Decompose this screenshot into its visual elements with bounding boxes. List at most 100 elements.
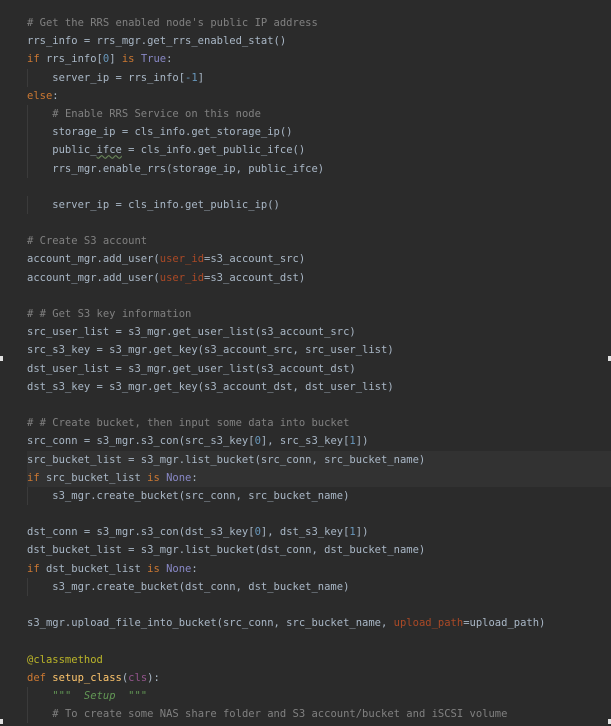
indent-guide [27,159,28,178]
code-token: # Get the RRS enabled node's public IP a… [27,17,318,29]
code-token: True [140,53,167,66]
code-line[interactable]: # Enable RRS Service on this node [27,104,611,124]
code-line[interactable]: def setup_class(cls): [27,669,611,687]
indent-guide [27,486,28,506]
code-line[interactable]: # Create S3 account [27,232,611,250]
code-area[interactable]: # Get the RRS enabled node's public IP a… [27,14,611,724]
indent-guide [27,195,28,215]
code-token: @classmethod [27,653,103,666]
code-token: s3_mgr.create_bucket(src_conn, src_bucke… [27,489,350,502]
indent-guide [27,123,28,142]
code-line[interactable]: @classmethod [27,651,611,669]
code-token: else [27,89,53,102]
code-token: """ Setup """ [52,689,148,702]
code-token: dst_bucket_list = s3_mgr.list_bucket(dst… [27,544,426,557]
code-token: s3_mgr.create_bucket(dst_conn, dst_bucke… [27,580,350,593]
code-token: is [147,562,167,575]
code-token: user_id [159,271,205,284]
code-token: : [166,53,173,66]
code-token: rrs_info[ [45,53,103,66]
code-line[interactable]: if rrs_info[0] is True: [27,50,611,68]
code-token: # To create some NAS share folder and S3… [52,708,508,721]
code-token: # Create S3 account [27,235,148,248]
code-line[interactable]: account_mgr.add_user(user_id=s3_account_… [27,269,611,287]
code-token: # Enable RRS Service on this node [52,107,261,120]
code-token: server_ip = cls_info.get_public_ip() [27,198,280,211]
indent-guide [27,686,28,706]
code-line[interactable]: # # Get S3 key information [27,305,611,323]
editor-gutter [0,0,8,726]
code-token: ] [109,53,122,66]
code-line[interactable]: src_s3_key = s3_mgr.get_key(s3_account_s… [27,341,611,359]
code-line[interactable] [27,596,611,614]
code-line[interactable]: src_user_list = s3_mgr.get_user_list(s3_… [27,323,611,341]
code-token: user_id [159,253,205,266]
code-line[interactable]: dst_conn = s3_mgr.s3_con(dst_s3_key[0], … [27,523,611,541]
code-line[interactable] [27,287,611,305]
code-line[interactable]: src_bucket_list = s3_mgr.list_bucket(src… [27,450,611,469]
code-token: =upload_path) [463,617,546,630]
code-token: if [27,562,46,575]
code-token: def [27,671,53,684]
code-token: storage_ip = cls_info.get_storage_ip() [27,126,293,139]
indent-guide [27,141,28,160]
code-line[interactable]: s3_mgr.upload_file_into_bucket(src_conn,… [27,614,611,632]
code-token: = cls_info.get_public_ifce() [121,144,306,157]
code-line[interactable]: dst_user_list = s3_mgr.get_user_list(s3_… [27,360,611,378]
code-token: ], dst_s3_key[ [260,526,350,539]
code-token: account_mgr.add_user( [27,271,160,284]
code-line[interactable]: # # Create bucket, then input some data … [27,414,611,432]
code-line[interactable]: storage_ip = cls_info.get_storage_ip() [27,123,611,142]
code-token: : [191,562,198,575]
code-token: dst_s3_key = s3_mgr.get_key(s3_account_d… [27,380,394,393]
code-token: src_user_list = s3_mgr.get_user_list(s3_… [27,326,356,339]
code-line[interactable] [27,178,611,196]
code-token: account_mgr.add_user( [27,253,160,266]
code-token: ifce [96,144,122,157]
code-line[interactable]: s3_mgr.create_bucket(dst_conn, dst_bucke… [27,577,611,596]
code-line[interactable]: public_ifce = cls_info.get_public_ifce() [27,141,611,160]
indent-guide [27,577,28,596]
code-token: dst_conn = s3_mgr.s3_con(dst_s3_key[ [27,526,255,539]
code-line[interactable]: server_ip = rrs_info[-1] [27,68,611,87]
code-line[interactable]: server_ip = cls_info.get_public_ip() [27,195,611,215]
resize-handle-left[interactable] [0,356,3,361]
code-token: # # Get S3 key information [27,308,192,320]
code-line[interactable] [27,632,611,650]
code-token: ]) [355,526,369,539]
code-line[interactable] [27,505,611,523]
code-token: rrs_info = rrs_mgr.get_rrs_enabled_stat(… [27,35,287,48]
code-line[interactable]: account_mgr.add_user(user_id=s3_account_… [27,250,611,268]
code-token: : [191,471,198,484]
code-line[interactable]: s3_mgr.create_bucket(src_conn, src_bucke… [27,486,611,506]
code-token: =s3_account_dst) [204,271,306,284]
code-line[interactable] [27,214,611,232]
code-token: rrs_mgr.enable_rrs(storage_ip, public_if… [27,162,325,175]
code-line[interactable]: """ Setup """ [27,686,611,706]
code-token: server_ip = rrs_info[ [27,71,186,84]
code-token: setup_class [52,671,122,684]
code-token: dst_user_list = s3_mgr.get_user_list(s3_… [27,362,356,375]
code-line[interactable]: if src_bucket_list is None: [27,468,611,487]
code-line[interactable]: src_conn = s3_mgr.s3_con(src_s3_key[0], … [27,432,611,450]
code-token: is [147,471,167,484]
code-line[interactable]: dst_bucket_list = s3_mgr.list_bucket(dst… [27,541,611,559]
code-line[interactable] [27,396,611,414]
code-line[interactable]: else: [27,87,611,105]
resize-handle-bottom-left[interactable] [0,719,3,724]
code-token: public_ [27,144,97,157]
code-line[interactable]: if dst_bucket_list is None: [27,560,611,578]
code-token: None [166,562,192,575]
code-line[interactable]: dst_s3_key = s3_mgr.get_key(s3_account_d… [27,378,611,396]
code-token: src_bucket_list [45,471,148,484]
code-line[interactable]: # Get the RRS enabled node's public IP a… [27,14,611,32]
code-token: upload_path [393,617,464,630]
code-line[interactable]: rrs_mgr.enable_rrs(storage_ip, public_if… [27,159,611,178]
code-editor[interactable]: # Get the RRS enabled node's public IP a… [0,0,611,726]
code-token: dst_bucket_list [45,562,148,575]
code-line[interactable]: rrs_info = rrs_mgr.get_rrs_enabled_stat(… [27,32,611,50]
code-line[interactable]: # To create some NAS share folder and S3… [27,705,611,724]
